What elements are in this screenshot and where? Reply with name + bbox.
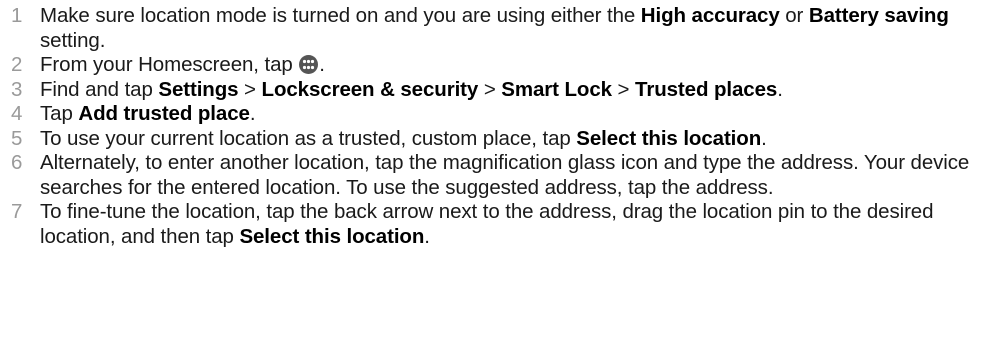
step-text: To fine-tune the location, tap the back … [40, 200, 934, 248]
step-number: 3 [11, 77, 23, 101]
step-item: 5 To use your current location as a trust… [0, 127, 995, 152]
step-text-segment: To use your current location as a truste… [40, 126, 577, 150]
bold-ui-term: Select this location [239, 224, 425, 248]
step-number: 7 [11, 200, 23, 223]
step-text: Alternately, to enter another location, … [40, 151, 969, 199]
step-text-segment: . [761, 126, 767, 150]
step-text-segment: From your Homescreen, tap [40, 53, 299, 76]
step-number: 6 [11, 151, 23, 174]
step-text: From your Homescreen, tap . [40, 53, 325, 76]
step-text-segment: To fine-tune the location, tap the back … [40, 200, 934, 248]
bold-ui-term: Select this location [576, 126, 762, 150]
step-text-segment: . [777, 77, 783, 101]
step-number: 2 [11, 53, 23, 76]
step-text: To use your current location as a truste… [40, 127, 767, 150]
bold-ui-term: Lockscreen & security [261, 77, 479, 101]
step-text-segment: or [779, 4, 809, 27]
step-item: 2 From your Homescreen, tap . [0, 53, 995, 78]
bold-ui-term: Add trusted place [78, 102, 250, 125]
step-text-segment: > [238, 77, 262, 101]
step-text-segment: . [319, 53, 325, 76]
apps-icon [299, 55, 319, 74]
bold-ui-term: Trusted places [635, 77, 778, 101]
step-text-segment: > [611, 77, 636, 101]
step-number: 5 [11, 126, 23, 150]
bold-ui-term: Battery saving [808, 4, 949, 27]
step-item: 4 Tap Add trusted place. [0, 102, 995, 127]
step-text: Make sure location mode is turned on and… [40, 4, 949, 52]
step-number: 4 [11, 102, 23, 125]
step-text-segment: . [249, 102, 256, 125]
step-text-segment: Alternately, to enter another location, … [40, 151, 970, 199]
step-number: 1 [11, 4, 23, 27]
step-text-segment: Tap [40, 102, 79, 125]
step-text: Find and tap Settings > Lockscreen & sec… [40, 78, 783, 101]
bold-ui-term: Settings [158, 77, 239, 101]
step-text-segment: Make sure location mode is turned on and… [40, 4, 641, 27]
step-text: Tap Add trusted place. [40, 102, 256, 125]
step-text-segment: Find and tap [40, 77, 159, 101]
step-item: 7 To fine-tune the location, tap the back… [0, 200, 995, 249]
step-item: 1 Make sure location mode is turned on an… [0, 4, 995, 53]
bold-ui-term: Smart Lock [501, 77, 612, 101]
bold-ui-term: High accuracy [640, 4, 780, 27]
step-text-segment: setting. [40, 28, 106, 52]
step-text-segment: . [424, 224, 430, 248]
step-text-segment: > [478, 77, 502, 101]
step-item: 3 Find and tap Settings > Lockscreen & se… [0, 78, 995, 103]
instruction-steps: 1 Make sure location mode is turned on an… [0, 0, 995, 249]
step-item: 6 Alternately, to enter another location,… [0, 151, 995, 200]
